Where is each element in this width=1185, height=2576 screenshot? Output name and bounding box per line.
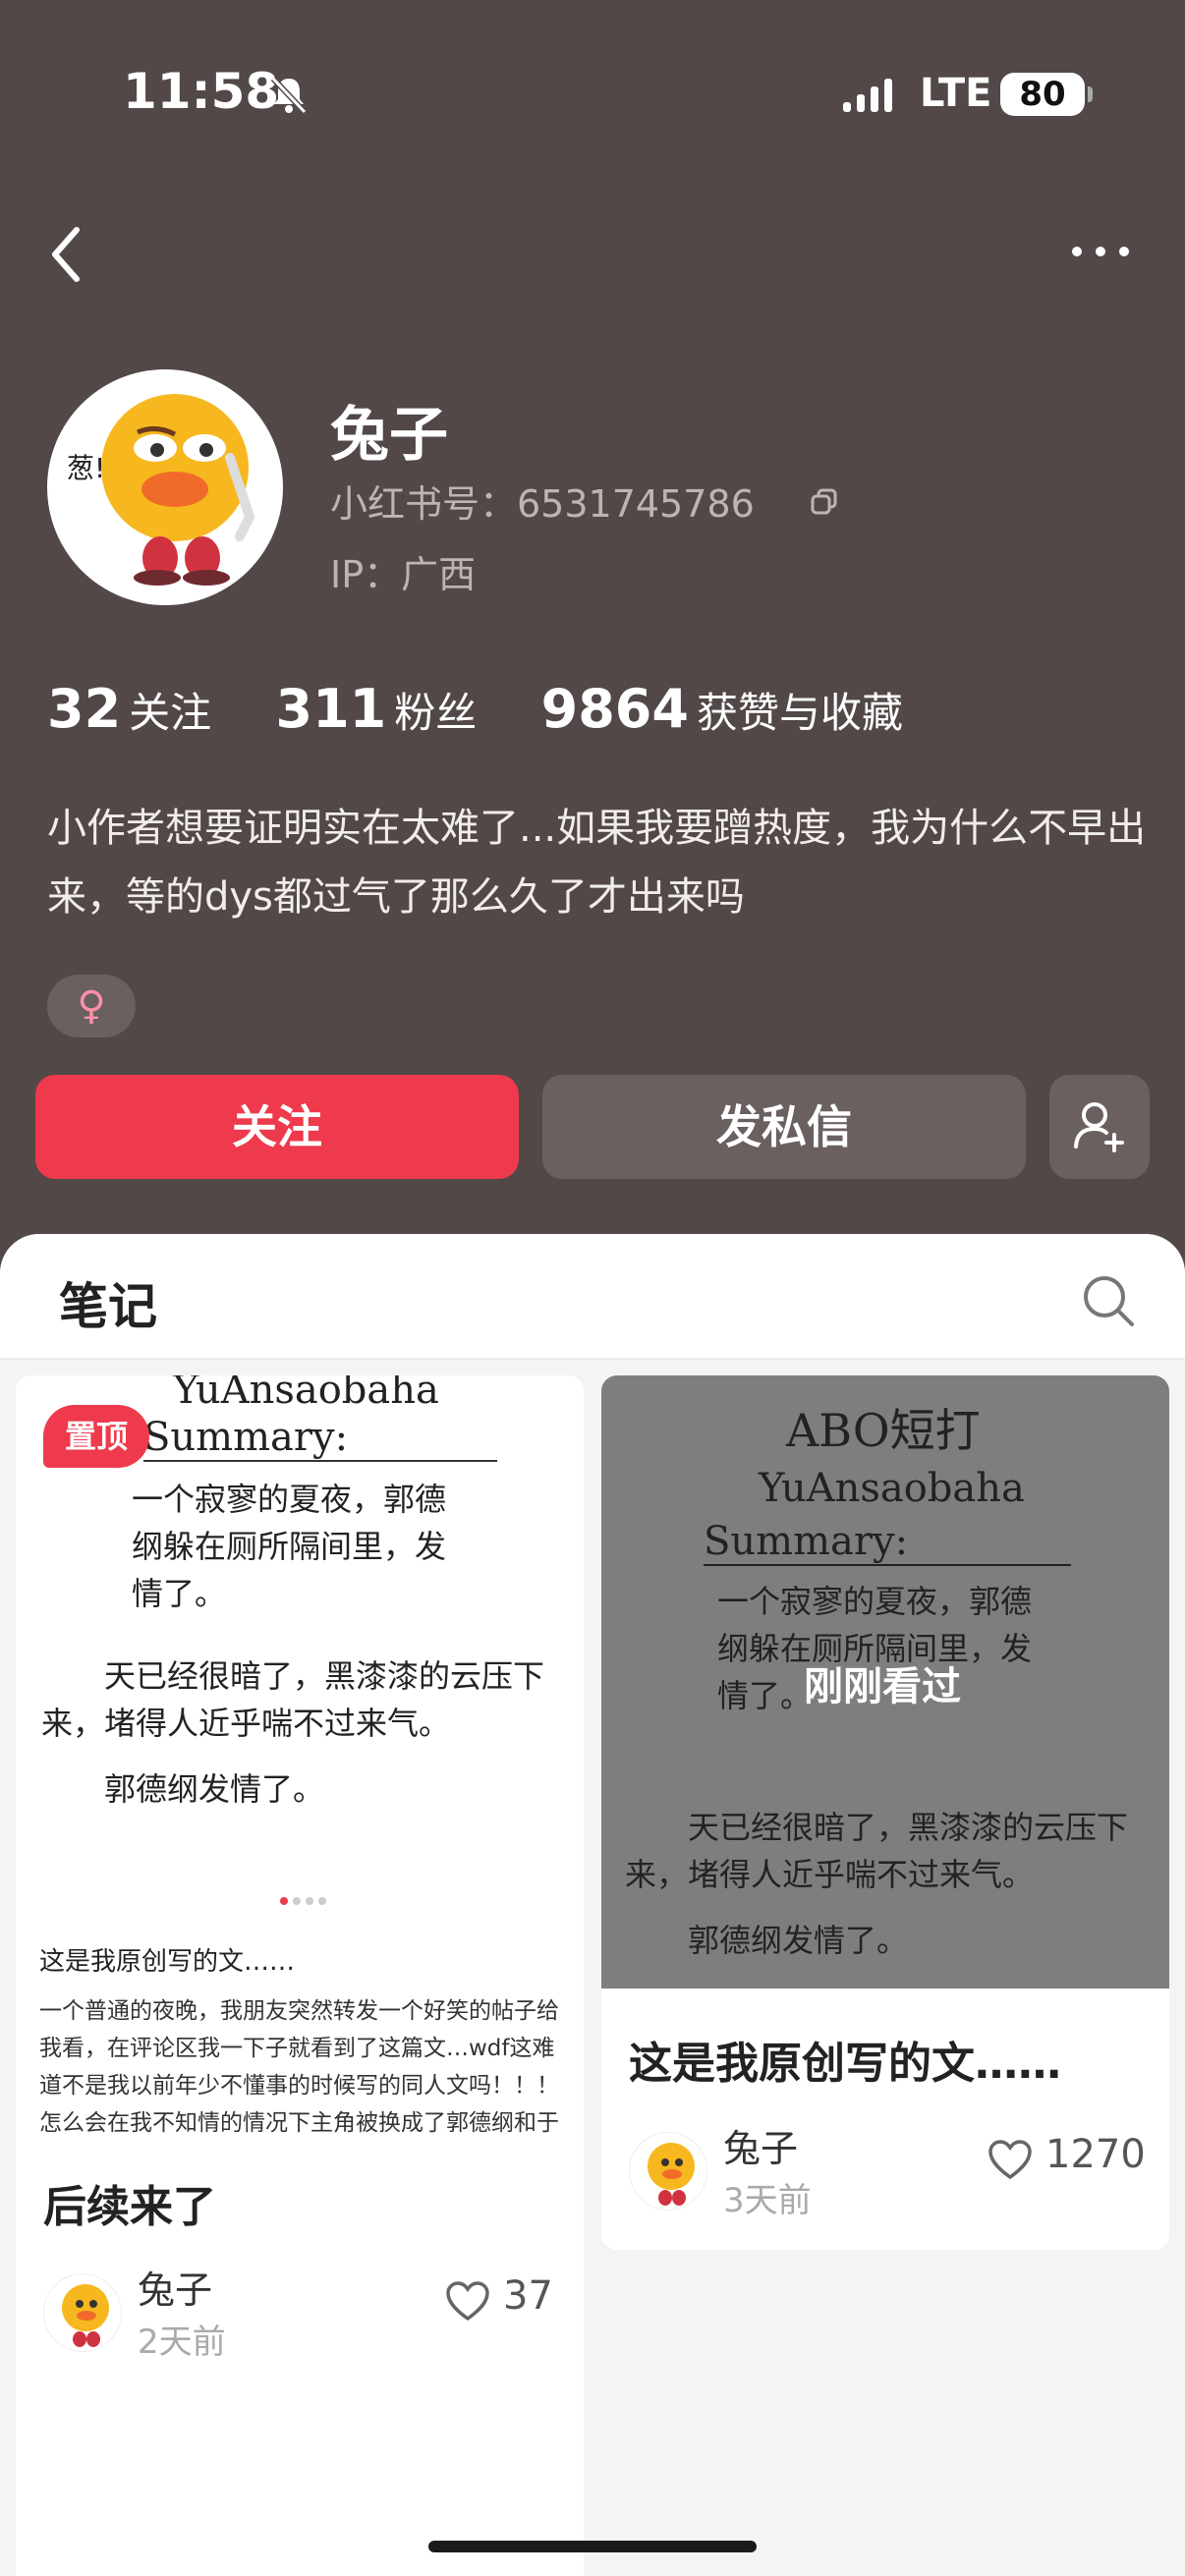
profile-nickname: 兔子	[330, 401, 448, 470]
pinned-badge: 置顶	[43, 1405, 149, 1468]
emoji-avatar-icon	[62, 2284, 109, 2347]
stat-value: 311	[275, 678, 387, 740]
author-avatar[interactable]	[629, 2132, 707, 2211]
stat-value: 32	[47, 678, 122, 740]
emoji-avatar-icon: 葱!	[67, 394, 255, 586]
copy-icon[interactable]	[810, 487, 839, 517]
note-cover-image: YuAnsaobaha Summary: 一个寂寥的夏夜，郭德纲躲在厕所隔间里，…	[16, 1375, 584, 2142]
recently-viewed-overlay: 刚刚看过	[804, 1664, 961, 1709]
stat-label: 粉丝	[394, 689, 478, 737]
network-type: LTE	[920, 71, 992, 116]
like-count: 37	[503, 2273, 553, 2319]
profile-stats: 32 关注 311 粉丝 9864 获赞与收藏	[47, 678, 954, 740]
message-button[interactable]: 发私信	[542, 1075, 1026, 1179]
profile-bio: 小作者想要证明实在太难了...如果我要蹭热度，我为什么不早出来，等的dys都过气…	[47, 806, 1147, 920]
note-card[interactable]: YuAnsaobaha Summary: 一个寂寥的夏夜，郭德纲躲在厕所隔间里，…	[16, 1375, 584, 2576]
cover-author: YuAnsaobaha	[173, 1375, 439, 1413]
note-card[interactable]: ABO短打 YuAnsaobaha Summary: 一个寂寥的夏夜，郭德纲躲在…	[601, 1375, 1169, 2250]
author-name[interactable]: 兔子	[138, 2260, 212, 2314]
emoji-avatar-icon	[648, 2143, 695, 2206]
cover-paragraph: 天已经很暗了，黑漆漆的云压下来，堵得人近乎喘不过来气。	[41, 1657, 545, 1742]
battery-indicator: 80	[1000, 73, 1093, 116]
cover-paragraph: 天已经很暗了，黑漆漆的云压下来，堵得人近乎喘不过来气。	[625, 1809, 1129, 1893]
more-options-icon[interactable]	[1069, 242, 1132, 261]
author-name[interactable]: 兔子	[723, 2118, 798, 2172]
cover-note-body: 一个普通的夜晚，我朋友突然转发一个好笑的帖子给我看，在评论区我一下子就看到了这篇…	[39, 1998, 559, 2136]
avatar-text: 葱!	[67, 452, 105, 484]
author-avatar[interactable]	[43, 2273, 122, 2352]
notes-panel: 笔记 YuAnsaobaha Summary: 一个寂寥的夏夜，郭德纲躲在厕所隔…	[0, 1234, 1185, 2576]
note-title: 后续来了	[43, 2182, 216, 2232]
heart-icon[interactable]	[987, 2138, 1034, 2181]
signal-icon	[843, 79, 892, 112]
add-friend-button[interactable]	[1049, 1075, 1150, 1179]
follow-button[interactable]: 关注	[35, 1075, 519, 1179]
cover-summary: Summary:	[143, 1415, 497, 1462]
cover-paragraph: 一个寂寥的夏夜，郭德纲躲在厕所隔间里，发情了。	[132, 1481, 447, 1612]
ip-location: IP：广西	[330, 553, 477, 596]
cover-author: YuAnsaobaha	[759, 1466, 1025, 1511]
cover-note-title: 这是我原创写的文……	[39, 1947, 296, 1977]
stat-label: 获赞与收藏	[696, 689, 903, 737]
stat-following[interactable]: 32 关注	[47, 678, 211, 740]
carousel-dots	[280, 1897, 326, 1905]
heart-icon[interactable]	[444, 2279, 491, 2323]
add-user-icon	[1074, 1102, 1124, 1152]
search-icon[interactable]	[1081, 1273, 1136, 1328]
post-time: 3天前	[723, 2181, 812, 2220]
gender-female-icon: ♀	[47, 975, 136, 1037]
cover-paragraph: 郭德纲发情了。	[688, 1922, 909, 1959]
tab-notes[interactable]: 笔记	[59, 1267, 157, 1338]
post-time: 2天前	[138, 2323, 226, 2362]
status-time: 11:58	[123, 63, 280, 120]
back-arrow-icon[interactable]	[45, 222, 88, 287]
home-indicator[interactable]	[428, 2541, 757, 2552]
redbook-id: 小红书号：6531745786	[330, 482, 755, 526]
bell-off-icon	[270, 76, 308, 115]
stat-label: 关注	[129, 689, 212, 737]
cover-title: ABO短打	[786, 1404, 981, 1457]
note-title: 这是我原创写的文……	[629, 2039, 1061, 2089]
note-cover-image: ABO短打 YuAnsaobaha Summary: 一个寂寥的夏夜，郭德纲躲在…	[601, 1375, 1169, 1988]
stat-likes-collects[interactable]: 9864 获赞与收藏	[541, 678, 903, 740]
stat-value: 9864	[540, 678, 689, 740]
avatar[interactable]: 葱!	[47, 369, 283, 605]
tab-bar: 笔记	[0, 1234, 1185, 1360]
cover-summary: Summary:	[704, 1519, 1071, 1566]
cover-paragraph: 郭德纲发情了。	[104, 1770, 325, 1808]
stat-followers[interactable]: 311 粉丝	[276, 678, 478, 740]
like-count: 1270	[1045, 2132, 1146, 2177]
